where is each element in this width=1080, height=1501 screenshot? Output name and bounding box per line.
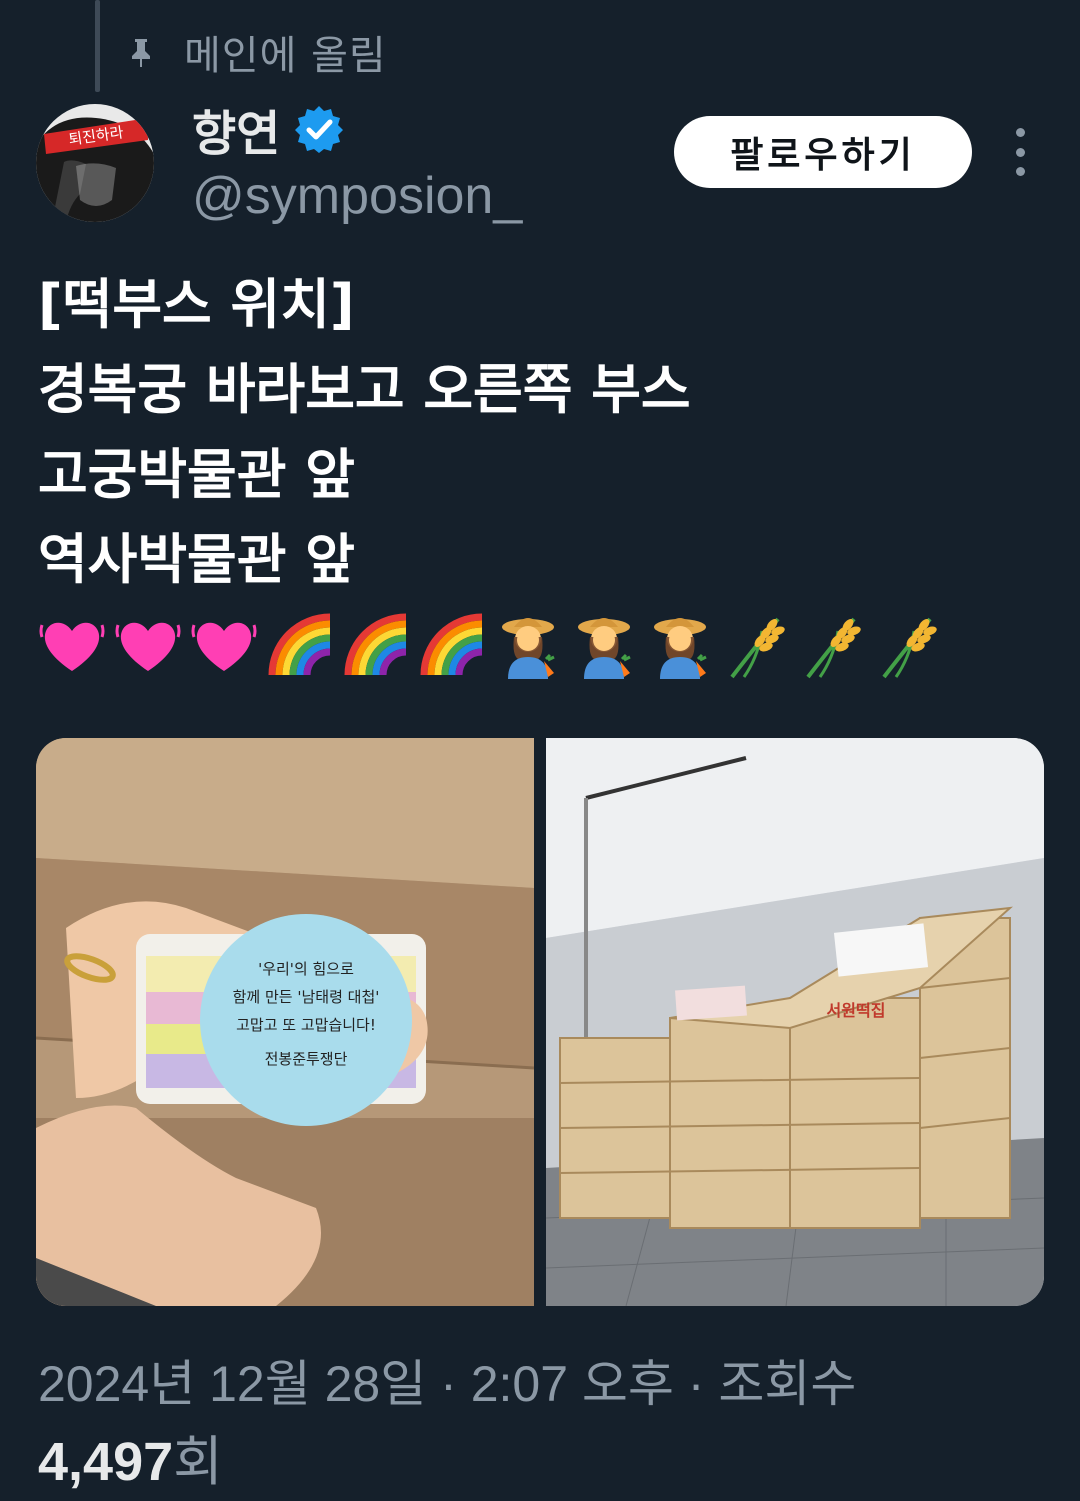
meta-separator: · bbox=[426, 1356, 471, 1412]
rainbow-icon bbox=[420, 613, 483, 676]
follow-button[interactable]: 팔로우하기 bbox=[674, 116, 972, 188]
sticker-line: '우리'의 힘으로 bbox=[258, 960, 354, 978]
farmer-icon bbox=[578, 618, 631, 679]
thread-line bbox=[95, 0, 100, 92]
media-photo-boxes[interactable]: 서원떡집 bbox=[546, 738, 1044, 1306]
farmer-icon bbox=[502, 618, 555, 679]
pinned-indicator: 메인에 올림 bbox=[128, 24, 387, 80]
sticker-line: 고맙고 또 고맙습니다! bbox=[236, 1016, 376, 1034]
more-options-button[interactable] bbox=[998, 128, 1042, 176]
verified-badge-icon bbox=[295, 106, 344, 153]
views-label: 조회수 bbox=[718, 1356, 857, 1412]
tweet-line: 역사박물관 앞 bbox=[38, 528, 355, 591]
views-count: 4,497 bbox=[38, 1432, 174, 1492]
sticker-line: 전봉준투쟁단 bbox=[265, 1050, 348, 1068]
author-handle[interactable]: @symposion_ bbox=[192, 166, 522, 226]
rainbow-icon bbox=[344, 613, 407, 676]
sticker-line: 함께 만든 '남태령 대첩' bbox=[233, 988, 380, 1006]
tweet-line: [떡부스 위치] bbox=[38, 273, 355, 336]
tweet-line: 경복궁 바라보고 오른쪽 부스 bbox=[38, 358, 691, 421]
tweet-meta: 2024년 12월 28일 · 2:07 오후 · 조회수 bbox=[38, 1346, 1048, 1422]
heart-icon bbox=[115, 622, 181, 671]
heart-icon bbox=[191, 622, 257, 671]
rice-icon bbox=[882, 617, 937, 679]
display-name[interactable]: 향연 bbox=[192, 94, 280, 164]
tweet-time[interactable]: 2:07 오후 bbox=[471, 1356, 674, 1412]
box-label: 서원떡집 bbox=[827, 1001, 886, 1020]
avatar[interactable]: 퇴진하라 bbox=[36, 104, 154, 222]
rice-icon bbox=[730, 617, 785, 679]
rice-icon bbox=[806, 617, 861, 679]
views-suffix: 회 bbox=[173, 1432, 223, 1492]
more-vertical-icon bbox=[1015, 128, 1025, 137]
farmer-icon bbox=[654, 618, 707, 679]
pinned-label: 메인에 올림 bbox=[184, 33, 387, 79]
meta-separator: · bbox=[673, 1356, 719, 1412]
rainbow-icon bbox=[268, 613, 331, 676]
author-name-row[interactable]: 향연 bbox=[192, 96, 344, 162]
tweet-text: [떡부스 위치] 경복궁 바라보고 오른쪽 부스 고궁박물관 앞 역사박물관 앞 bbox=[38, 262, 1038, 602]
media-photo-rice-cake[interactable]: '우리'의 힘으로 함께 만든 '남태령 대첩' 고맙고 또 고맙습니다! 전봉… bbox=[36, 738, 534, 1306]
heart-icon bbox=[39, 622, 105, 671]
tweet-date[interactable]: 2024년 12월 28일 bbox=[38, 1356, 426, 1412]
tweet-line: 고궁박물관 앞 bbox=[38, 443, 355, 506]
views-count-row[interactable]: 4,497회 bbox=[38, 1424, 223, 1500]
pin-icon bbox=[132, 39, 150, 67]
emoji-row bbox=[38, 600, 942, 690]
